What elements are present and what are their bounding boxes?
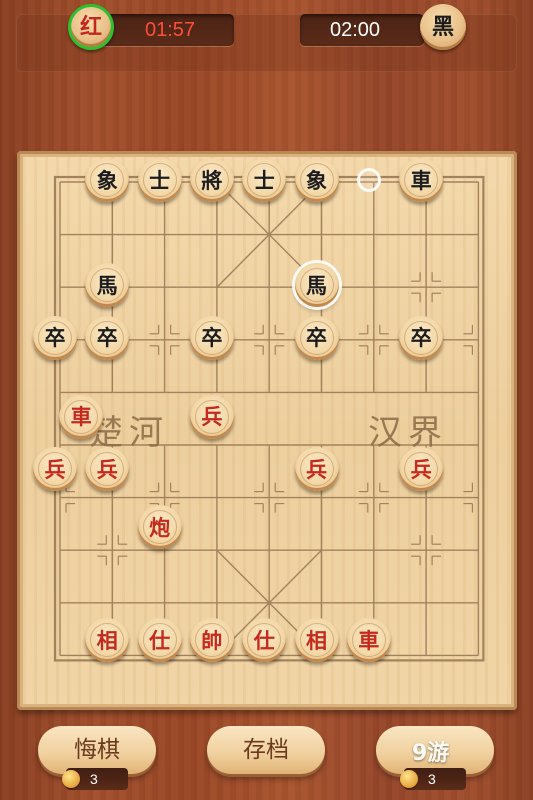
piece-label: 兵 <box>96 456 118 482</box>
board-surface[interactable]: 楚河 汉界 象士將士象車馬馬卒卒卒卒卒車兵兵兵兵兵炮相仕帥仕相車 <box>23 157 511 704</box>
save-button[interactable]: 存档 <box>207 726 325 774</box>
undo-count: 3 <box>90 771 98 787</box>
piece-label: 馬 <box>306 272 327 298</box>
red-piece[interactable]: 仕 <box>242 618 287 663</box>
black-piece[interactable]: 車 <box>399 158 444 202</box>
black-piece[interactable]: 卒 <box>399 315 444 360</box>
piece-label: 兵 <box>306 456 327 482</box>
undo-count-badge: 3 <box>62 768 128 790</box>
piece-label: 仕 <box>253 627 275 653</box>
black-piece[interactable]: 馬 <box>85 263 130 308</box>
piece-label: 兵 <box>201 404 223 430</box>
piece-label: 象 <box>306 167 327 193</box>
piece-label: 將 <box>201 167 223 193</box>
piece-label: 馬 <box>96 272 118 298</box>
piece-label: 炮 <box>149 514 171 540</box>
red-piece[interactable]: 炮 <box>137 505 182 550</box>
right-count: 3 <box>428 771 436 787</box>
black-piece[interactable]: 卒 <box>85 315 130 360</box>
black-piece[interactable]: 卒 <box>294 315 339 360</box>
piece-label: 相 <box>96 627 118 653</box>
black-piece[interactable]: 馬 <box>294 263 339 308</box>
black-side-badge: 黑 <box>420 4 466 50</box>
piece-label: 卒 <box>96 325 118 351</box>
red-piece[interactable]: 仕 <box>137 618 182 663</box>
black-piece[interactable]: 將 <box>189 158 234 202</box>
red-piece[interactable]: 帥 <box>189 618 234 663</box>
red-piece[interactable]: 相 <box>294 618 339 663</box>
piece-label: 卒 <box>201 325 223 351</box>
red-timer: 01:57 <box>98 14 234 46</box>
black-piece[interactable]: 象 <box>85 158 130 202</box>
piece-label: 兵 <box>410 456 432 482</box>
piece-label: 卒 <box>410 325 432 351</box>
red-piece[interactable]: 兵 <box>399 447 444 492</box>
piece-label: 士 <box>253 167 275 193</box>
red-side-badge: 红 <box>68 4 114 50</box>
black-piece[interactable]: 象 <box>294 158 339 202</box>
red-piece[interactable]: 兵 <box>85 447 130 492</box>
piece-label: 卒 <box>44 325 66 351</box>
piece-label: 車 <box>410 167 432 193</box>
black-piece[interactable]: 卒 <box>189 315 234 360</box>
undo-button[interactable]: 悔棋 <box>38 726 156 774</box>
piece-label: 仕 <box>149 627 171 653</box>
black-piece[interactable]: 士 <box>242 158 287 202</box>
red-piece[interactable]: 車 <box>59 394 104 439</box>
xiangqi-board[interactable]: 楚河 汉界 象士將士象車馬馬卒卒卒卒卒車兵兵兵兵兵炮相仕帥仕相車 <box>17 151 517 710</box>
piece-label: 帥 <box>201 627 223 653</box>
coin-icon <box>400 770 418 788</box>
piece-label: 卒 <box>306 325 327 351</box>
right-count-badge: 3 <box>400 768 466 790</box>
red-piece[interactable]: 兵 <box>33 447 77 492</box>
piece-label: 士 <box>149 167 171 193</box>
red-piece[interactable]: 車 <box>346 618 391 663</box>
black-piece[interactable]: 士 <box>137 158 182 202</box>
piece-label: 車 <box>358 627 380 653</box>
piece-label: 相 <box>306 627 327 653</box>
black-piece[interactable]: 卒 <box>33 315 77 360</box>
piece-label: 象 <box>96 167 118 193</box>
move-target-indicator[interactable] <box>356 168 381 192</box>
piece-label: 車 <box>70 404 92 430</box>
red-piece[interactable]: 兵 <box>189 394 234 439</box>
coin-icon <box>62 770 80 788</box>
red-piece[interactable]: 相 <box>85 618 130 663</box>
black-timer: 02:00 <box>300 14 424 46</box>
river-label-right: 汉界 <box>368 413 448 453</box>
watermark-logo: 9游 <box>412 741 450 766</box>
piece-label: 兵 <box>44 456 66 482</box>
red-piece[interactable]: 兵 <box>294 447 339 492</box>
